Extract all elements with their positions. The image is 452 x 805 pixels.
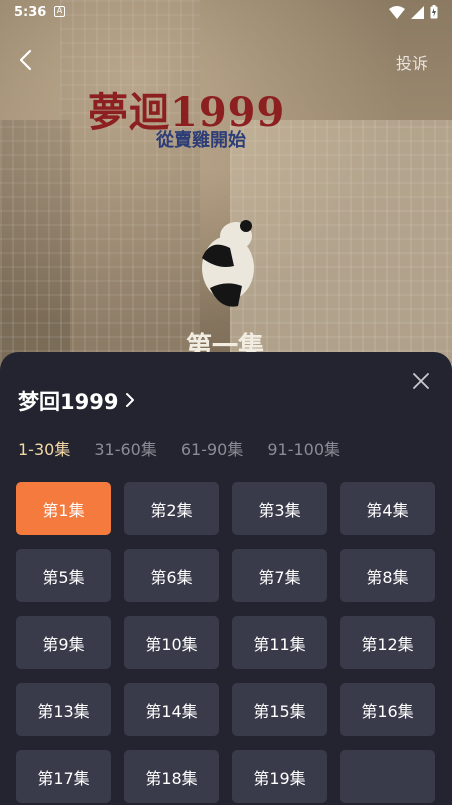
report-button[interactable]: 投诉: [396, 50, 428, 74]
battery-icon: [430, 5, 438, 19]
episode-button[interactable]: 第16集: [340, 683, 435, 736]
tab-range-61-90[interactable]: 61-90集: [181, 436, 244, 460]
episode-button[interactable]: 第1集: [16, 482, 111, 535]
close-icon[interactable]: [412, 372, 430, 390]
episode-button[interactable]: 第2集: [124, 482, 219, 535]
signal-icon: [411, 5, 424, 19]
episode-button[interactable]: 第15集: [232, 683, 327, 736]
episode-button[interactable]: 第14集: [124, 683, 219, 736]
video-poster[interactable]: 夢迴1999 從賣雞開始 第一集: [0, 0, 452, 380]
status-bar: 5:36 A: [0, 0, 452, 26]
tab-range-31-60[interactable]: 31-60集: [94, 436, 157, 460]
episode-button[interactable]: 第3集: [232, 482, 327, 535]
episode-button[interactable]: 第9集: [16, 616, 111, 669]
chevron-right-icon[interactable]: [124, 392, 136, 408]
show-title[interactable]: 梦回1999: [18, 386, 118, 416]
episode-button[interactable]: 第10集: [124, 616, 219, 669]
episode-button[interactable]: 第5集: [16, 549, 111, 602]
episode-button[interactable]: [340, 750, 435, 803]
panda-image: [202, 220, 254, 307]
tab-range-1-30[interactable]: 1-30集: [18, 436, 70, 460]
episode-grid: 第1集 第2集 第3集 第4集 第5集 第6集 第7集 第8集 第9集 第10集…: [16, 482, 436, 803]
episode-button[interactable]: 第8集: [340, 549, 435, 602]
episode-button[interactable]: 第7集: [232, 549, 327, 602]
episode-button[interactable]: 第11集: [232, 616, 327, 669]
poster-glow: [0, 0, 452, 380]
poster-subtitle: 從賣雞開始: [156, 130, 246, 151]
episode-button[interactable]: 第12集: [340, 616, 435, 669]
episode-button[interactable]: 第6集: [124, 549, 219, 602]
episode-button[interactable]: 第19集: [232, 750, 327, 803]
episode-button[interactable]: 第13集: [16, 683, 111, 736]
episode-button[interactable]: 第4集: [340, 482, 435, 535]
notification-icon: A: [54, 6, 65, 17]
wifi-icon: [389, 5, 405, 19]
back-arrow-icon[interactable]: [14, 48, 38, 72]
status-time: 5:36: [14, 5, 47, 20]
episode-range-tabs: 1-30集 31-60集 61-90集 91-100集: [18, 436, 364, 460]
episode-button[interactable]: 第17集: [16, 750, 111, 803]
episode-sheet: 梦回1999 1-30集 31-60集 61-90集 91-100集 第1集 第…: [0, 352, 452, 805]
tab-range-91-100[interactable]: 91-100集: [267, 436, 340, 460]
episode-button[interactable]: 第18集: [124, 750, 219, 803]
